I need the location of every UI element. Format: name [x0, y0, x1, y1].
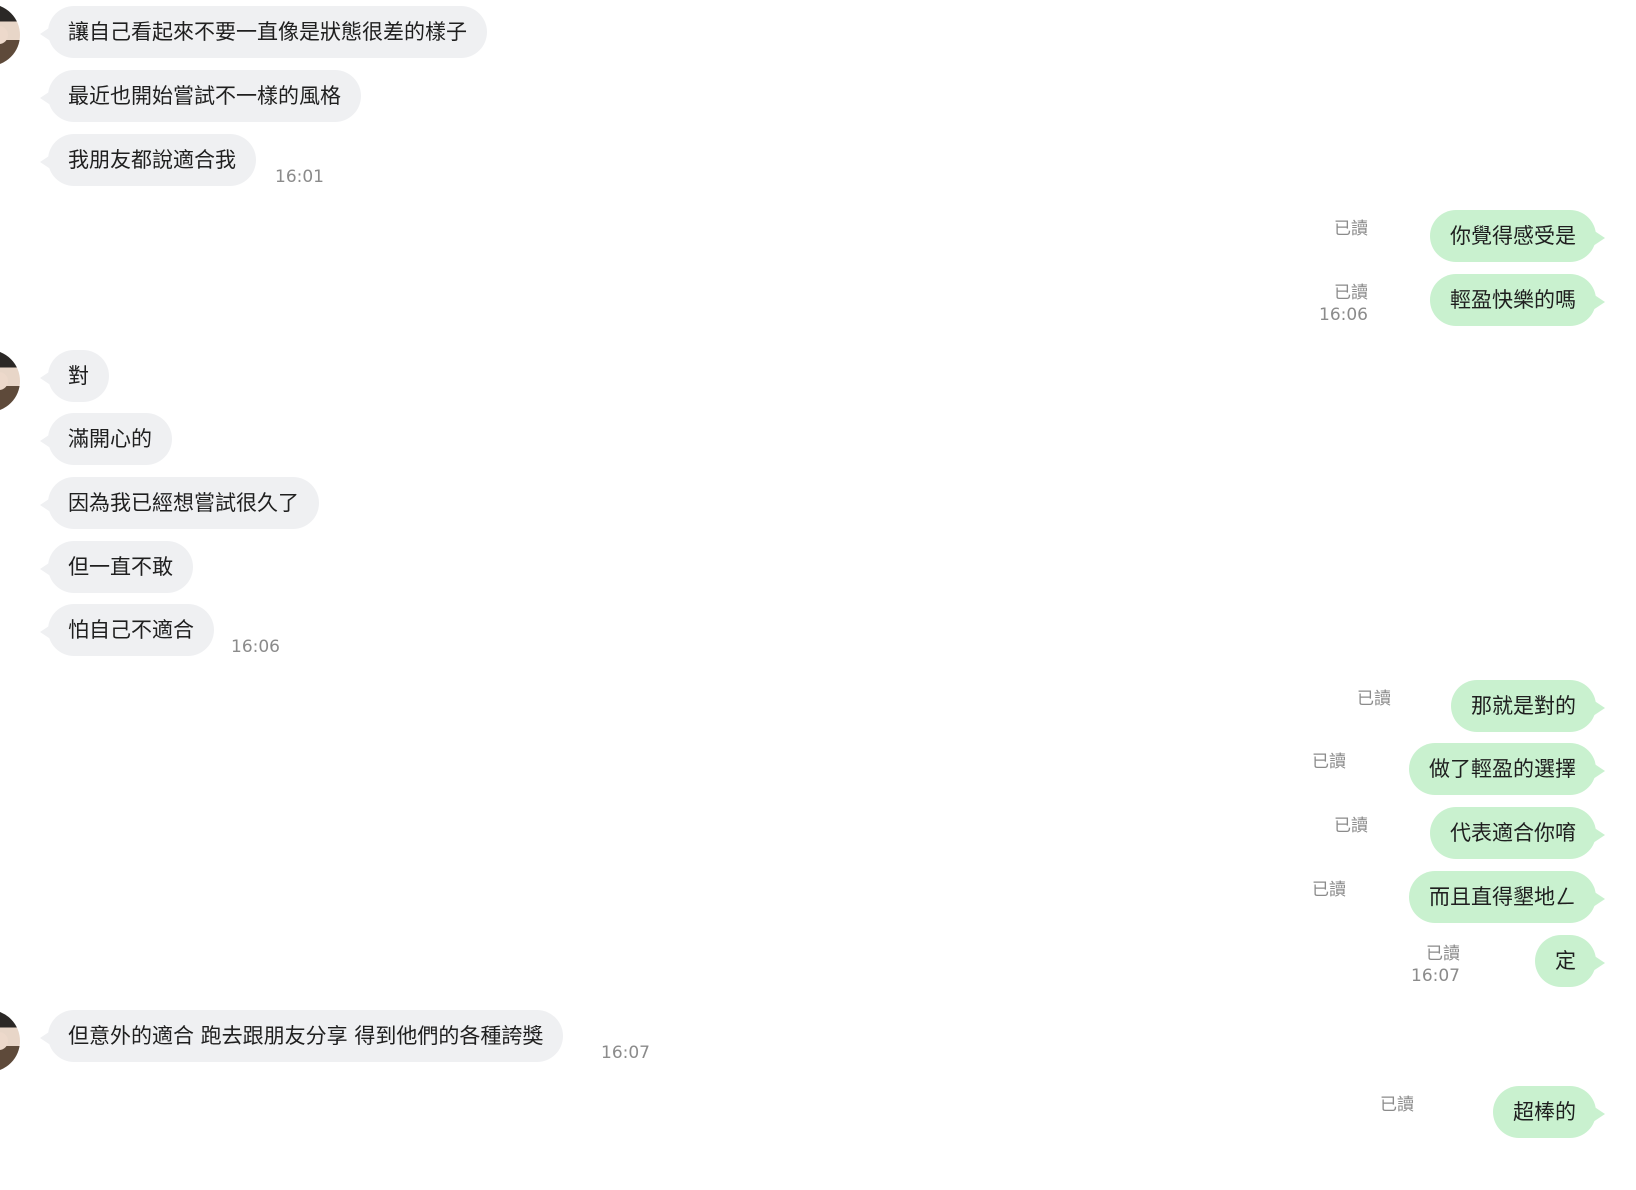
read-receipt: 已讀: [1334, 815, 1368, 837]
read-receipt: 已讀: [1357, 688, 1391, 710]
message-time: 16:07: [1411, 966, 1460, 986]
message-bubble[interactable]: 超棒的: [1493, 1086, 1605, 1138]
outgoing-message: 已讀 那就是對的: [0, 680, 1636, 732]
incoming-message: 怕自己不適合 16:06: [0, 604, 1636, 657]
read-receipt: 已讀: [1312, 879, 1346, 901]
read-label: 已讀: [1334, 219, 1368, 239]
incoming-message: 但一直不敢: [0, 541, 1636, 593]
incoming-message: 但意外的適合 跑去跟朋友分享 得到他們的各種誇獎 16:07: [0, 1010, 1636, 1063]
message-bubble[interactable]: 你覺得感受是: [1430, 210, 1605, 262]
read-label: 已讀: [1312, 880, 1346, 900]
outgoing-message: 已讀 你覺得感受是: [0, 210, 1636, 262]
message-time: 16:06: [231, 637, 280, 657]
read-label: 已讀: [1426, 944, 1460, 964]
outgoing-message: 已讀 16:06 輕盈快樂的嗎: [0, 274, 1636, 326]
message-bubble[interactable]: 最近也開始嘗試不一樣的風格: [40, 70, 361, 122]
outgoing-message: 已讀 超棒的: [0, 1086, 1636, 1138]
message-bubble[interactable]: 讓自己看起來不要一直像是狀態很差的樣子: [40, 6, 487, 58]
incoming-message: 因為我已經想嘗試很久了: [0, 477, 1636, 529]
message-time: 16:07: [601, 1043, 650, 1063]
outgoing-message: 已讀 做了輕盈的選擇: [0, 743, 1636, 795]
read-label: 已讀: [1380, 1095, 1414, 1115]
message-bubble[interactable]: 我朋友都說適合我: [40, 134, 256, 186]
message-bubble[interactable]: 做了輕盈的選擇: [1409, 743, 1605, 795]
message-time: 16:06: [1319, 305, 1368, 325]
message-bubble[interactable]: 因為我已經想嘗試很久了: [40, 477, 319, 529]
read-label: 已讀: [1334, 816, 1368, 836]
read-label: 已讀: [1357, 689, 1391, 709]
incoming-message: 對: [0, 350, 1636, 402]
message-bubble[interactable]: 怕自己不適合: [40, 604, 214, 656]
chat-area: 讓自己看起來不要一直像是狀態很差的樣子 最近也開始嘗試不一樣的風格 我朋友都說適…: [0, 0, 1636, 1190]
message-bubble[interactable]: 輕盈快樂的嗎: [1430, 274, 1605, 326]
message-bubble[interactable]: 代表適合你唷: [1430, 807, 1605, 859]
incoming-message: 我朋友都說適合我 16:01: [0, 134, 1636, 187]
message-bubble[interactable]: 定: [1535, 935, 1605, 987]
message-bubble[interactable]: 但一直不敢: [40, 541, 193, 593]
message-bubble[interactable]: 那就是對的: [1451, 680, 1605, 732]
incoming-message: 讓自己看起來不要一直像是狀態很差的樣子: [0, 6, 1636, 58]
read-receipt: 已讀: [1380, 1094, 1414, 1116]
read-label: 已讀: [1334, 283, 1368, 303]
incoming-message: 滿開心的: [0, 413, 1636, 465]
read-receipt: 已讀: [1312, 751, 1346, 773]
read-receipt: 已讀: [1334, 218, 1368, 240]
outgoing-message: 已讀 而且直得墾地ㄥ: [0, 871, 1636, 923]
message-time: 16:01: [275, 167, 324, 187]
outgoing-message: 已讀 16:07 定: [0, 935, 1636, 987]
message-bubble[interactable]: 但意外的適合 跑去跟朋友分享 得到他們的各種誇獎: [39, 1010, 564, 1062]
message-bubble[interactable]: 對: [40, 350, 109, 402]
message-bubble[interactable]: 滿開心的: [40, 413, 172, 465]
read-receipt: 已讀 16:06: [1319, 282, 1368, 326]
read-label: 已讀: [1312, 752, 1346, 772]
message-bubble[interactable]: 而且直得墾地ㄥ: [1409, 871, 1605, 923]
incoming-message: 最近也開始嘗試不一樣的風格: [0, 70, 1636, 122]
read-receipt: 已讀 16:07: [1411, 943, 1460, 987]
outgoing-message: 已讀 代表適合你唷: [0, 807, 1636, 859]
